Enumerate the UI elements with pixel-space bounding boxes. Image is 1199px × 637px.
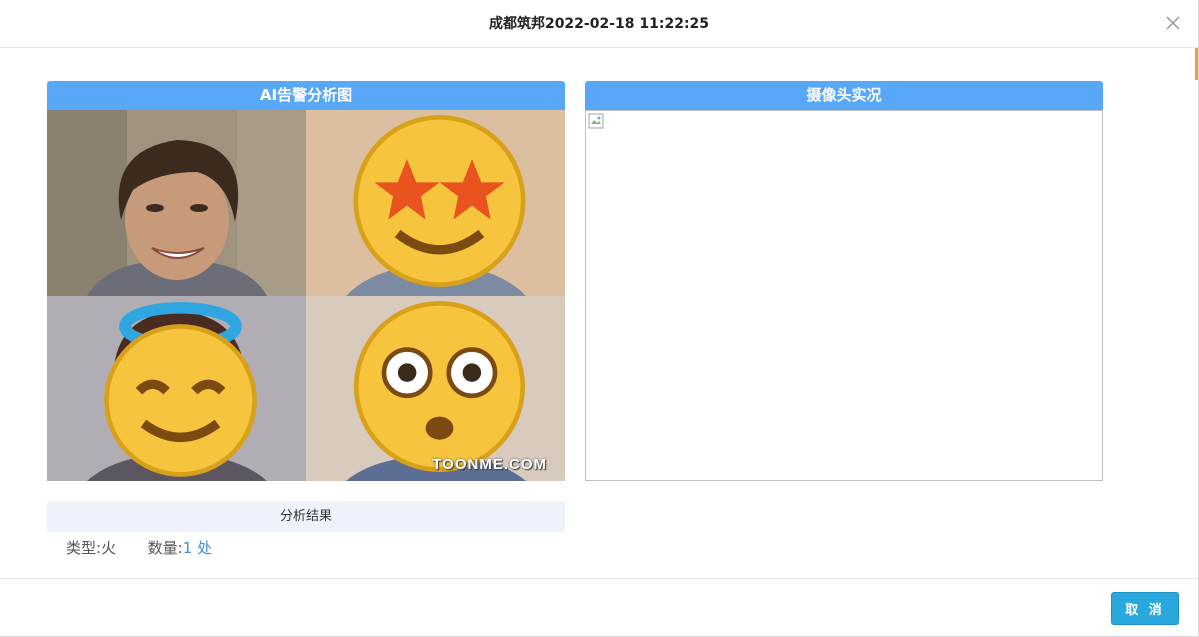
dialog-title: 成都筑邦2022-02-18 11:22:25: [488, 16, 710, 32]
cartoon-face-surprised: TOONME.COM: [306, 296, 565, 481]
type-value: 火: [101, 539, 117, 557]
close-icon[interactable]: [1164, 14, 1182, 32]
count-value: 1 处: [182, 539, 213, 557]
analysis-image-title: AI告警分析图: [47, 81, 565, 110]
broken-image-icon: [588, 113, 604, 129]
dialog-header: 成都筑邦2022-02-18 11:22:25: [0, 0, 1198, 48]
analysis-image: TOONME.COM: [47, 110, 565, 481]
count-label: 数量:: [147, 539, 183, 557]
dialog-footer: 取 消: [0, 578, 1198, 637]
watermark-text: TOONME.COM: [432, 456, 547, 473]
camera-live-view: [585, 110, 1103, 481]
cancel-button[interactable]: 取 消: [1111, 592, 1179, 625]
halo-emoji: [104, 302, 257, 477]
cartoon-face-star-eyes: [306, 110, 565, 296]
cartoon-face-angel: [47, 296, 306, 481]
type-label: 类型:: [66, 539, 102, 557]
analysis-result-details: 类型:火 数量:1 处: [66, 537, 212, 558]
analysis-result-bar: 分析结果: [47, 501, 565, 532]
star-struck-emoji: [353, 114, 526, 288]
edge-strip: [1195, 48, 1198, 80]
alert-dialog: 成都筑邦2022-02-18 11:22:25 AI告警分析图 摄像头实况 TO…: [0, 0, 1199, 637]
camera-live-title: 摄像头实况: [585, 81, 1103, 110]
flushed-emoji: [353, 300, 526, 473]
real-face-photo: [47, 110, 306, 296]
